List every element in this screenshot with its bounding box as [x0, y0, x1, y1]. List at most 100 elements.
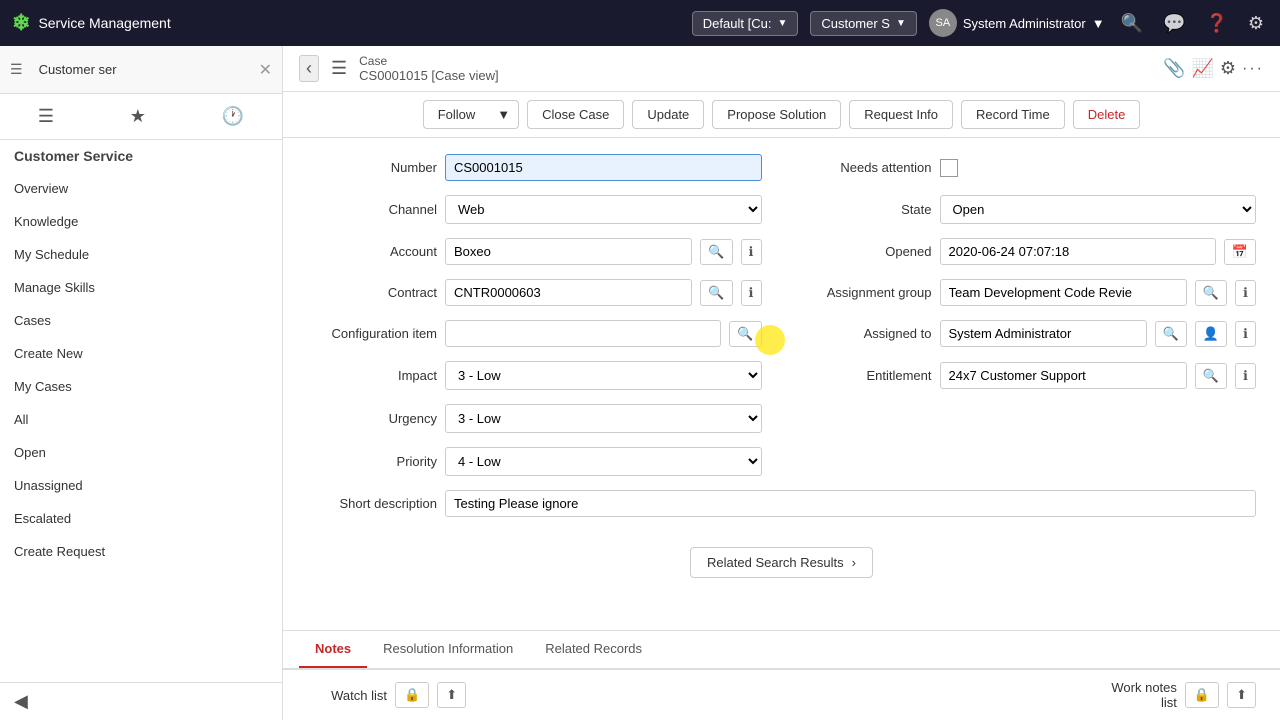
search-icon: ☰	[10, 61, 23, 78]
tab-resolution-information[interactable]: Resolution Information	[367, 631, 529, 668]
priority-label: Priority	[307, 454, 437, 469]
more-options-icon[interactable]: ···	[1242, 60, 1264, 78]
search-input[interactable]	[29, 54, 253, 85]
record-header: ‹ ☰ Case CS0001015 [Case view] 📎 📈 ⚙ ···	[283, 46, 1280, 92]
chat-icon[interactable]: 💬	[1159, 9, 1189, 38]
assigned-to-user-button[interactable]: 👤	[1195, 321, 1227, 347]
assignment-group-search-button[interactable]: 🔍	[1195, 280, 1227, 306]
contract-search-button[interactable]: 🔍	[700, 280, 732, 306]
list-icon[interactable]: ☰	[30, 102, 62, 131]
state-select[interactable]: Open Closed Resolved Pending	[940, 195, 1257, 224]
work-notes-add-button[interactable]: ⬆	[1227, 682, 1256, 708]
number-field[interactable]	[445, 154, 762, 181]
short-desc-field[interactable]	[445, 490, 1256, 517]
default-perspective-dropdown[interactable]: Default [Cu: ▼	[692, 11, 799, 36]
form-row-contract: Contract 🔍 ℹ Assignment group 🔍 ℹ	[307, 279, 1256, 306]
contract-info-button[interactable]: ℹ	[741, 280, 762, 306]
sidebar-item-cases[interactable]: Cases	[0, 304, 282, 337]
back-button[interactable]: ‹	[299, 55, 319, 82]
user-menu[interactable]: SA System Administrator ▼	[929, 9, 1105, 37]
form-row-short-desc: Short description	[307, 490, 1256, 517]
config-item-field[interactable]	[445, 320, 721, 347]
chevron-down-icon: ▼	[777, 18, 787, 29]
follow-dropdown-button[interactable]: ▼	[489, 100, 519, 129]
brand-logo-area: ❄ Service Management	[12, 10, 171, 36]
customer-dropdown[interactable]: Customer S ▼	[810, 11, 917, 36]
form-col-entitlement: Entitlement 🔍 ℹ	[802, 361, 1257, 390]
needs-attention-label: Needs attention	[802, 160, 932, 175]
sidebar-item-open[interactable]: Open	[0, 436, 282, 469]
close-case-button[interactable]: Close Case	[527, 100, 624, 129]
account-search-button[interactable]: 🔍	[700, 239, 732, 265]
main-layout: ☰ ✕ ☰ ★ 🕐 Customer Service Overview Know…	[0, 46, 1280, 720]
account-field[interactable]	[445, 238, 692, 265]
form-row-priority: Priority 1 - Critical 2 - High 3 - Moder…	[307, 447, 1256, 476]
sidebar-item-overview[interactable]: Overview	[0, 172, 282, 205]
assigned-to-label: Assigned to	[802, 326, 932, 341]
sidebar-item-create-new[interactable]: Create New	[0, 337, 282, 370]
sidebar-item-manage-skills[interactable]: Manage Skills	[0, 271, 282, 304]
help-icon[interactable]: ❓	[1201, 9, 1231, 38]
follow-button[interactable]: Follow	[423, 100, 490, 129]
back-icon[interactable]: ◀	[14, 691, 28, 711]
impact-label: Impact	[307, 368, 437, 383]
chevron-right-icon: ›	[852, 555, 856, 570]
watch-list-add-button[interactable]: ⬆	[437, 682, 466, 708]
sidebar-item-unassigned[interactable]: Unassigned	[0, 469, 282, 502]
user-name: System Administrator	[963, 16, 1086, 31]
watch-list-lock-button[interactable]: 🔒	[395, 682, 429, 708]
priority-select[interactable]: 1 - Critical 2 - High 3 - Moderate 4 - L…	[445, 447, 762, 476]
sidebar-item-my-schedule[interactable]: My Schedule	[0, 238, 282, 271]
entitlement-field[interactable]	[940, 362, 1187, 389]
contract-field[interactable]	[445, 279, 692, 306]
entitlement-info-button[interactable]: ℹ	[1235, 363, 1256, 389]
sidebar-item-all[interactable]: All	[0, 403, 282, 436]
sidebar-item-knowledge[interactable]: Knowledge	[0, 205, 282, 238]
sidebar-section-title: Customer Service	[0, 140, 282, 172]
needs-attention-checkbox[interactable]	[940, 159, 958, 177]
number-label: Number	[307, 160, 437, 175]
form-row-number: Number Needs attention	[307, 154, 1256, 181]
record-time-button[interactable]: Record Time	[961, 100, 1065, 129]
app-name: Service Management	[38, 15, 170, 31]
assignment-group-field[interactable]	[940, 279, 1187, 306]
sidebar-item-escalated[interactable]: Escalated	[0, 502, 282, 535]
delete-button[interactable]: Delete	[1073, 100, 1141, 129]
form-col-needs-attention: Needs attention	[802, 154, 1257, 181]
form-col-assigned-to: Assigned to 🔍 👤 ℹ	[802, 320, 1257, 347]
settings-icon[interactable]: ⚙	[1244, 9, 1268, 38]
clear-search-icon[interactable]: ✕	[259, 60, 272, 80]
account-info-button[interactable]: ℹ	[741, 239, 762, 265]
config-item-search-button[interactable]: 🔍	[729, 321, 761, 347]
update-button[interactable]: Update	[632, 100, 704, 129]
graph-icon[interactable]: 📈	[1191, 58, 1213, 79]
tab-notes[interactable]: Notes	[299, 631, 367, 668]
top-navigation: ❄ Service Management Default [Cu: ▼ Cust…	[0, 0, 1280, 46]
request-info-button[interactable]: Request Info	[849, 100, 953, 129]
propose-solution-button[interactable]: Propose Solution	[712, 100, 841, 129]
impact-select[interactable]: 1 - High 2 - Medium 3 - Low	[445, 361, 762, 390]
tab-related-records[interactable]: Related Records	[529, 631, 658, 668]
assigned-to-field[interactable]	[940, 320, 1147, 347]
star-icon[interactable]: ★	[122, 102, 154, 131]
action-bar: Follow ▼ Close Case Update Propose Solut…	[283, 92, 1280, 138]
main-content: ‹ ☰ Case CS0001015 [Case view] 📎 📈 ⚙ ···…	[283, 46, 1280, 720]
assigned-to-info-button[interactable]: ℹ	[1235, 321, 1256, 347]
sliders-icon[interactable]: ⚙	[1220, 58, 1236, 79]
sidebar-item-my-cases[interactable]: My Cases	[0, 370, 282, 403]
search-icon[interactable]: 🔍	[1117, 9, 1147, 38]
opened-field[interactable]	[940, 238, 1216, 265]
urgency-select[interactable]: 1 - High 2 - Medium 3 - Low	[445, 404, 762, 433]
assignment-group-info-button[interactable]: ℹ	[1235, 280, 1256, 306]
entitlement-search-button[interactable]: 🔍	[1195, 363, 1227, 389]
assigned-to-search-button[interactable]: 🔍	[1155, 321, 1187, 347]
related-search-button[interactable]: Related Search Results ›	[690, 547, 873, 578]
channel-select[interactable]: Web Email Phone Chat	[445, 195, 762, 224]
opened-calendar-button[interactable]: 📅	[1224, 239, 1256, 265]
history-icon[interactable]: 🕐	[214, 102, 252, 131]
contract-label: Contract	[307, 285, 437, 300]
attachment-icon[interactable]: 📎	[1163, 58, 1185, 79]
work-notes-lock-button[interactable]: 🔒	[1185, 682, 1219, 708]
hamburger-icon[interactable]: ☰	[331, 58, 347, 79]
sidebar-item-create-request[interactable]: Create Request	[0, 535, 282, 568]
